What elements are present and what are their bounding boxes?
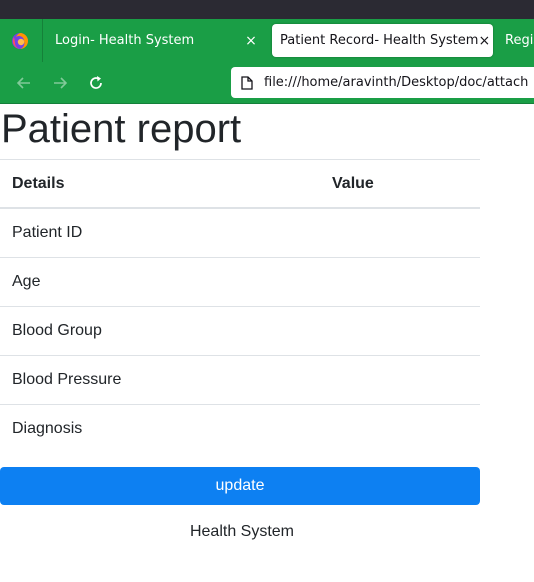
row-label-blood-pressure: Blood Pressure	[0, 355, 320, 405]
page-content: Patient report Details Value Patient ID …	[0, 104, 534, 541]
row-value-blood-group	[320, 306, 480, 356]
row-value-patient-id	[320, 207, 480, 258]
window-title-strip	[0, 0, 534, 19]
close-icon[interactable]: ×	[243, 33, 259, 49]
row-value-diagnosis	[320, 404, 480, 453]
close-icon[interactable]: ×	[478, 33, 490, 49]
column-header-value: Value	[320, 159, 480, 209]
tab-patient-record[interactable]: Patient Record- Health System ×	[272, 24, 493, 57]
tab-login[interactable]: Login- Health System ×	[43, 24, 267, 57]
table-row: Age	[0, 257, 480, 307]
back-arrow-icon	[16, 77, 30, 89]
url-bar[interactable]: file:///home/aravinth/Desktop/doc/attach	[231, 67, 534, 98]
page-title: Patient report	[1, 107, 242, 151]
column-header-details: Details	[0, 159, 320, 209]
patient-report-table: Details Value Patient ID Age Blood Group…	[0, 159, 480, 453]
tab-register[interactable]: Regis	[499, 24, 534, 57]
forward-arrow-icon	[54, 77, 68, 89]
update-button[interactable]: update	[0, 467, 480, 505]
row-label-blood-group: Blood Group	[0, 306, 320, 356]
tab-bar: Login- Health System × Patient Record- H…	[0, 19, 534, 62]
reload-icon	[90, 76, 102, 89]
row-label-diagnosis: Diagnosis	[0, 404, 320, 453]
tab-login-label: Login- Health System	[55, 33, 195, 48]
tab-patient-record-label: Patient Record- Health System	[280, 33, 479, 48]
table-row: Diagnosis	[0, 404, 480, 453]
table-row: Blood Pressure	[0, 355, 480, 405]
row-value-blood-pressure	[320, 355, 480, 405]
row-label-patient-id: Patient ID	[0, 207, 320, 258]
document-icon	[241, 75, 253, 90]
back-button[interactable]	[13, 72, 35, 94]
forward-button[interactable]	[49, 72, 71, 94]
firefox-icon[interactable]	[11, 32, 29, 50]
url-text: file:///home/aravinth/Desktop/doc/attach	[264, 75, 529, 90]
table-header-row: Details Value	[0, 159, 480, 209]
reload-button[interactable]	[85, 72, 107, 94]
table-row: Patient ID	[0, 207, 480, 258]
table-row: Blood Group	[0, 306, 480, 356]
row-value-age	[320, 257, 480, 307]
row-label-age: Age	[0, 257, 320, 307]
navigation-toolbar: file:///home/aravinth/Desktop/doc/attach	[0, 62, 534, 104]
footer-text: Health System	[189, 523, 295, 540]
tab-register-label: Regis	[505, 33, 534, 48]
